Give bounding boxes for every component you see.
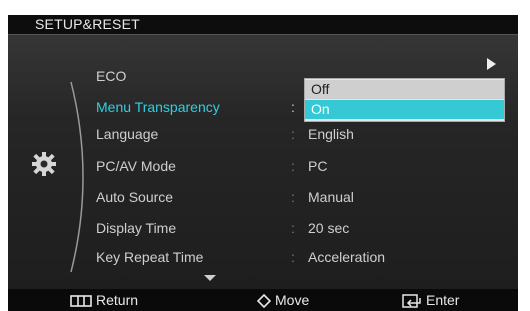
return-icon (70, 295, 92, 308)
menu-transparency-colon: : (291, 99, 295, 115)
monitor-screen: SETUP&RESET ECO Menu Transparency : Lang… (0, 0, 530, 311)
auto-source-colon: : (291, 189, 295, 205)
footer-enter-label: Enter (426, 292, 460, 308)
footer-enter[interactable]: Enter (402, 292, 460, 309)
menu-item-eco[interactable]: ECO (96, 68, 126, 84)
display-time-value: 20 sec (308, 220, 350, 236)
key-repeat-time-colon: : (291, 249, 295, 265)
menu-item-language[interactable]: Language (96, 126, 158, 142)
menu-item-menu-transparency[interactable]: Menu Transparency (96, 99, 220, 115)
footer-move[interactable]: Move (257, 292, 310, 309)
menu-item-auto-source[interactable]: Auto Source (96, 189, 173, 205)
transparency-dropdown[interactable]: Off On (304, 78, 505, 122)
pc-av-mode-value: PC (308, 158, 328, 174)
footer-return-label: Return (96, 292, 139, 308)
dropdown-option-on[interactable]: On (305, 100, 504, 119)
auto-source-value: Manual (308, 189, 354, 205)
footer-return[interactable]: Return (70, 292, 138, 308)
gear-icon (32, 152, 56, 176)
display-time-colon: : (291, 220, 295, 236)
right-arrow-icon[interactable] (487, 58, 496, 70)
title-bar: SETUP&RESET (8, 15, 518, 35)
key-repeat-time-value: Acceleration (308, 249, 386, 265)
language-value: English (308, 126, 354, 142)
osd-panel: SETUP&RESET ECO Menu Transparency : Lang… (8, 15, 518, 311)
menu-item-display-time[interactable]: Display Time (96, 220, 176, 236)
move-icon (257, 294, 271, 309)
menu-item-key-repeat-time[interactable]: Key Repeat Time (96, 249, 203, 265)
footer-move-label: Move (275, 292, 310, 308)
down-arrow-icon[interactable] (204, 275, 216, 281)
footer-bar: Return Move Enter (8, 289, 518, 311)
menu-item-pc-av-mode[interactable]: PC/AV Mode (96, 158, 176, 174)
pc-av-mode-colon: : (291, 158, 295, 174)
language-colon: : (291, 126, 295, 142)
menu-title: SETUP&RESET (35, 16, 140, 32)
dropdown-option-off[interactable]: Off (305, 80, 504, 99)
enter-icon (402, 294, 421, 309)
